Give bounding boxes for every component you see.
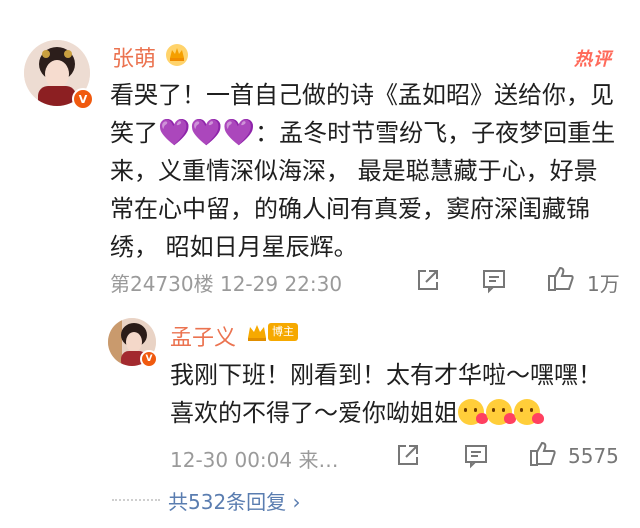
reply-like-count: 5575	[568, 444, 619, 468]
reply-verified-badge-icon: V	[140, 350, 158, 368]
crown-icon	[164, 41, 190, 71]
heart-kiss-emoji	[458, 399, 488, 425]
more-replies-link[interactable]: 共532条回复 ›	[168, 486, 301, 515]
reply-text: 我刚下班！刚看到！太有才华啦～嘿嘿！喜欢的不得了～爱你呦姐姐	[170, 356, 620, 432]
reply-like-icon[interactable]	[528, 439, 558, 469]
verified-badge-icon: V	[72, 88, 94, 110]
reply-share-icon[interactable]	[394, 441, 422, 469]
comment-author-name[interactable]: 张萌	[112, 41, 156, 73]
reply-time: 12-30 00:04 来…	[170, 448, 339, 472]
share-icon[interactable]	[414, 266, 442, 294]
heart-kiss-emoji	[514, 399, 544, 425]
hot-comment-label: 热评	[574, 49, 612, 70]
like-icon[interactable]	[546, 264, 576, 294]
blogger-tag: 博主	[268, 323, 298, 341]
heart-kiss-emoji	[486, 399, 516, 425]
reply-comment-icon[interactable]	[462, 441, 490, 469]
comment-floor-time: 第24730楼 12-29 22:30	[110, 272, 343, 296]
comment-icon[interactable]	[480, 266, 508, 294]
comment-text: 看哭了！一首自己做的诗《孟如昭》送给你，见笑了💜💜💜：孟冬时节雪纷飞，子夜梦回重…	[110, 76, 620, 266]
like-count: 1万	[587, 272, 620, 296]
dashed-divider	[112, 499, 160, 501]
reply-author-name[interactable]: 孟子义	[170, 320, 236, 352]
purple-heart-emoji: 💜💜💜	[158, 118, 256, 148]
crown-icon	[246, 322, 268, 346]
